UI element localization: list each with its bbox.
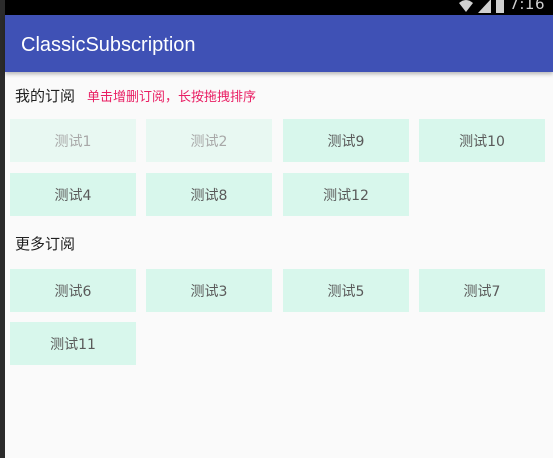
my-subscriptions-header: 我的订阅 单击增删订阅，长按拖拽排序 [15, 85, 256, 106]
more-subscriptions-header: 更多订阅 [15, 233, 75, 254]
my-subscription-chip[interactable]: 测试12 [283, 173, 409, 216]
status-icons: 7:16 [459, 0, 545, 15]
status-time: 7:16 [509, 0, 545, 13]
my-subscriptions-hint: 单击增删订阅，长按拖拽排序 [87, 90, 257, 105]
more-subscription-chip[interactable]: 测试5 [283, 269, 409, 312]
my-subscriptions-title: 我的订阅 [15, 87, 76, 105]
my-subscription-chip[interactable]: 测试4 [10, 173, 136, 216]
status-bar: 7:16 [0, 0, 553, 15]
more-subscription-chip[interactable]: 测试7 [419, 269, 545, 312]
app-bar: ClassicSubscription [5, 15, 553, 72]
content-area: 我的订阅 单击增删订阅，长按拖拽排序 测试1 测试2 测试9 测试10 测试4 … [5, 72, 553, 458]
my-subscription-chip[interactable]: 测试1 [10, 119, 136, 162]
more-subscription-chip[interactable]: 测试11 [10, 322, 136, 365]
more-subscription-chip[interactable]: 测试6 [10, 269, 136, 312]
my-subscription-chip[interactable]: 测试10 [419, 119, 545, 162]
my-subscription-chip[interactable]: 测试8 [146, 173, 272, 216]
more-subscription-chip[interactable]: 测试3 [146, 269, 272, 312]
app-title: ClassicSubscription [21, 34, 196, 56]
wifi-icon [459, 0, 474, 13]
battery-icon [496, 0, 505, 13]
my-subscription-chip[interactable]: 测试2 [146, 119, 272, 162]
my-subscription-chip[interactable]: 测试9 [283, 119, 409, 162]
more-subscriptions-title: 更多订阅 [15, 235, 76, 253]
signal-icon [478, 0, 492, 13]
screen: 7:16 ClassicSubscription 我的订阅 单击增删订阅，长按拖… [0, 0, 553, 458]
